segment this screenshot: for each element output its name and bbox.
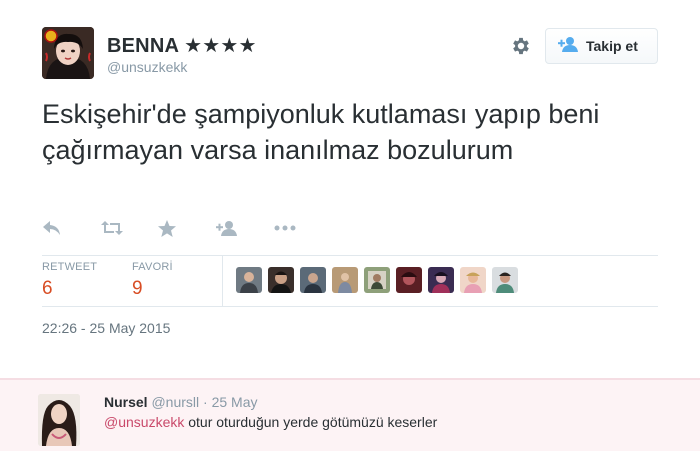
reply-mention-link[interactable]: @unsuzkekk (104, 414, 184, 430)
tweet-actions (42, 216, 332, 240)
favorite-icon[interactable] (158, 216, 216, 240)
more-icon[interactable] (274, 216, 332, 240)
favoriter-avatar[interactable] (236, 267, 262, 293)
favoriter-avatar[interactable] (396, 267, 422, 293)
reply-header: Nursel @nursll · 25 May (104, 394, 258, 410)
favoriter-avatar[interactable] (332, 267, 358, 293)
reply-author-name[interactable]: Nursel (104, 394, 148, 410)
favorite-stat-count: 9 (132, 278, 143, 299)
tweet-timestamp[interactable]: 22:26 - 25 May 2015 (42, 320, 170, 336)
favoriter-avatar[interactable] (492, 267, 518, 293)
retweet-icon[interactable] (100, 216, 158, 240)
reply-separator: · (203, 394, 208, 410)
author-avatar[interactable] (42, 27, 94, 79)
gear-icon[interactable] (510, 35, 532, 57)
reply-date[interactable]: 25 May (212, 394, 258, 410)
favoriter-avatars (236, 267, 518, 293)
reply-tweet[interactable]: Nursel @nursll · 25 May @unsuzkekk otur … (0, 378, 700, 451)
tweet-stats: RETWEET 6 FAVORİ 9 (42, 256, 658, 306)
favorite-stat[interactable]: FAVORİ 9 (132, 261, 173, 300)
favorite-stat-label: FAVORİ (132, 261, 173, 273)
reply-body: otur oturduğun yerde götümüzü keserler (184, 414, 438, 430)
favoriter-avatar[interactable] (460, 267, 486, 293)
follow-icon (558, 36, 580, 57)
author-name[interactable]: BENNA ★★★★ (107, 33, 257, 58)
favoriter-avatar[interactable] (268, 267, 294, 293)
reply-icon[interactable] (42, 216, 100, 240)
follow-icon[interactable] (216, 216, 274, 240)
favoriter-avatar[interactable] (428, 267, 454, 293)
stat-separator (222, 256, 223, 306)
retweet-stat-count: 6 (42, 278, 53, 299)
favoriter-avatar[interactable] (300, 267, 326, 293)
divider (42, 306, 658, 307)
retweet-stat[interactable]: RETWEET 6 (42, 261, 97, 300)
favoriter-avatar[interactable] (364, 267, 390, 293)
tweet-text: Eskişehir'de şampiyonluk kutlaması yapıp… (42, 99, 600, 165)
tweet-card: BENNA ★★★★ @unsuzkekk Takip et Eskişehir… (0, 0, 700, 378)
follow-label: Takip et (586, 38, 638, 54)
follow-button[interactable]: Takip et (545, 28, 658, 64)
reply-text: @unsuzkekk otur oturduğun yerde götümüzü… (104, 414, 437, 430)
reply-author-handle[interactable]: @nursll (151, 394, 199, 410)
author-handle[interactable]: @unsuzkekk (107, 59, 187, 75)
retweet-stat-label: RETWEET (42, 261, 98, 273)
reply-author-avatar[interactable] (38, 394, 80, 446)
